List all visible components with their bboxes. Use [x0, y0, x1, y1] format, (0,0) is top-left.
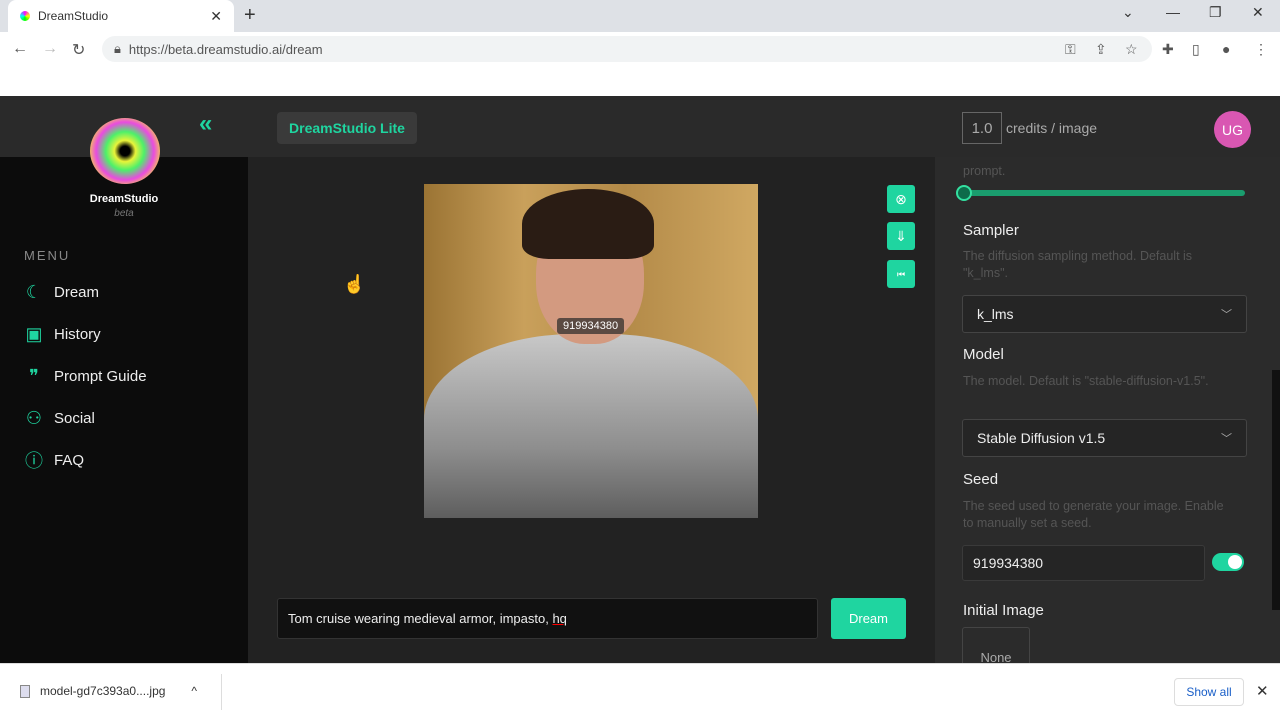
seed-title: Seed — [963, 471, 999, 488]
quote-bubble-icon: ❞ — [29, 365, 39, 386]
download-image-button[interactable]: ⇓ — [887, 222, 915, 250]
collapse-sidebar-icon[interactable]: « — [199, 110, 212, 138]
seed-desc: The seed used to generate your image. En… — [963, 499, 1224, 530]
file-icon — [20, 684, 30, 698]
model-select[interactable]: Stable Diffusion v1.5 ﹀ — [962, 419, 1247, 457]
scrollbar[interactable] — [1272, 370, 1280, 610]
file-download-icon: ⇓ — [895, 227, 907, 244]
share-icon[interactable]: ⇪ — [1095, 41, 1107, 58]
profile-icon[interactable]: ● — [1222, 41, 1230, 57]
new-tab-button[interactable]: + — [244, 4, 256, 27]
seed-toggle[interactable] — [1212, 553, 1244, 571]
initial-image-picker[interactable]: None — [962, 627, 1030, 663]
prompt-misspelled-word: hq — [552, 611, 567, 626]
armor-shape — [424, 334, 758, 518]
images-icon: ▣ — [25, 323, 43, 344]
sidebar-item-dream[interactable]: ☾ Dream — [23, 281, 99, 303]
close-circle-icon: ⊗ — [895, 190, 907, 207]
chevron-up-icon[interactable]: ^ — [191, 684, 197, 698]
skip-icon: ⏮ — [896, 268, 906, 279]
model-title: Model — [963, 346, 1004, 363]
slider-thumb[interactable] — [956, 185, 972, 201]
prompt-strength-slider[interactable] — [963, 190, 1245, 196]
menu-icon[interactable]: ⋮ — [1254, 41, 1268, 58]
sidebar-item-label: Social — [54, 409, 95, 427]
dreamstudio-app: DreamStudio beta « DreamStudio Lite MENU… — [0, 96, 1280, 663]
question-circle-icon: ⓘ — [25, 451, 43, 471]
credits-label: credits / image — [1006, 120, 1098, 136]
show-all-button[interactable]: Show all — [1174, 678, 1244, 706]
divider — [221, 674, 222, 710]
hand-cursor-icon: ☝ — [343, 274, 366, 294]
sampler-desc: The diffusion sampling method. Default i… — [963, 249, 1193, 280]
initial-image-title: Initial Image — [963, 602, 1044, 619]
sampler-value: k_lms — [977, 306, 1014, 322]
chevron-down-icon: ﹀ — [1221, 309, 1232, 321]
users-icon: ⚇ — [25, 407, 43, 428]
close-download-bar-icon[interactable]: ✕ — [1256, 682, 1269, 700]
lock-icon: 🔒︎ — [114, 41, 121, 56]
hair-shape — [522, 189, 654, 259]
download-filename: model-gd7c393a0....jpg — [40, 684, 166, 698]
forward-icon[interactable]: → — [42, 40, 58, 58]
avatar[interactable]: UG — [1214, 111, 1251, 148]
close-tab-icon[interactable]: ✕ — [210, 8, 222, 25]
address-bar[interactable]: 🔒︎ https://beta.dreamstudio.ai/dream — [102, 36, 1152, 62]
generated-image[interactable]: 919934380 — [424, 184, 758, 518]
favicon-icon — [20, 11, 30, 21]
extensions-icon[interactable]: ✚ — [1162, 41, 1174, 58]
sidebar-item-social[interactable]: ⚇ Social — [23, 407, 95, 429]
image-seed-label: 919934380 — [557, 318, 625, 334]
dreamstudio-logo — [90, 118, 160, 184]
sidebar-item-history[interactable]: ▣ History — [23, 323, 101, 345]
menu-label: MENU — [24, 248, 71, 263]
download-bar: model-gd7c393a0....jpg ^ Show all ✕ — [0, 663, 1280, 720]
moon-sparkle-icon: ☾ — [25, 281, 43, 302]
close-window-button[interactable]: ✕ — [1252, 4, 1264, 21]
browser-toolbar: ← → ↻ 🔒︎ https://beta.dreamstudio.ai/drea… — [0, 32, 1280, 96]
model-desc: The model. Default is "stable-diffusion-… — [963, 374, 1209, 388]
model-value: Stable Diffusion v1.5 — [977, 430, 1106, 446]
sampler-title: Sampler — [963, 222, 1019, 239]
reload-icon[interactable]: ↻ — [72, 40, 85, 60]
sidebar-item-faq[interactable]: ⓘ FAQ — [23, 449, 84, 471]
back-icon[interactable]: ← — [12, 40, 28, 58]
download-item[interactable]: model-gd7c393a0....jpg ^ — [20, 684, 197, 698]
chevron-down-icon: ﹀ — [1221, 433, 1232, 445]
sidebar-item-label: Dream — [54, 283, 100, 301]
brand-subtitle: beta — [114, 208, 134, 219]
sidebar-item-label: History — [54, 325, 101, 343]
url-text: https://beta.dreamstudio.ai/dream — [128, 41, 323, 57]
browser-tab[interactable]: DreamStudio ✕ — [8, 0, 234, 32]
tab-search-icon[interactable]: ⌄ — [1122, 4, 1134, 21]
skip-button[interactable]: ⏮ — [887, 260, 915, 288]
sampler-select[interactable]: k_lms ﹀ — [962, 295, 1247, 333]
seed-input[interactable]: 919934380 — [962, 545, 1205, 581]
sidebar-item-prompt-guide[interactable]: ❞ Prompt Guide — [23, 365, 147, 387]
restore-button[interactable]: ❐ — [1209, 4, 1222, 21]
dreamstudio-lite-badge[interactable]: DreamStudio Lite — [277, 112, 417, 144]
key-icon[interactable]: ⚿ — [1065, 41, 1076, 58]
sidebar-item-label: FAQ — [54, 451, 85, 469]
credits-value: 1.0 — [962, 112, 1002, 144]
prompt-strength-desc: prompt. — [963, 164, 1006, 178]
minimize-button[interactable]: — — [1166, 4, 1180, 20]
prompt-input[interactable]: Tom cruise wearing medieval armor, impas… — [277, 598, 818, 639]
prompt-text: Tom cruise wearing medieval armor, impas… — [288, 611, 553, 626]
sidebar-item-label: Prompt Guide — [54, 367, 147, 385]
tab-bar: DreamStudio ✕ + ⌄ — ❐ ✕ — [0, 0, 1280, 32]
discard-image-button[interactable]: ⊗ — [887, 185, 915, 213]
dream-button[interactable]: Dream — [831, 598, 906, 639]
sidepanel-icon[interactable]: ▯ — [1192, 41, 1200, 58]
tab-title: DreamStudio — [38, 9, 109, 23]
settings-panel: prompt. Sampler The diffusion sampling m… — [935, 157, 1280, 663]
star-icon[interactable]: ☆ — [1125, 41, 1138, 58]
brand-name: DreamStudio — [89, 193, 159, 205]
